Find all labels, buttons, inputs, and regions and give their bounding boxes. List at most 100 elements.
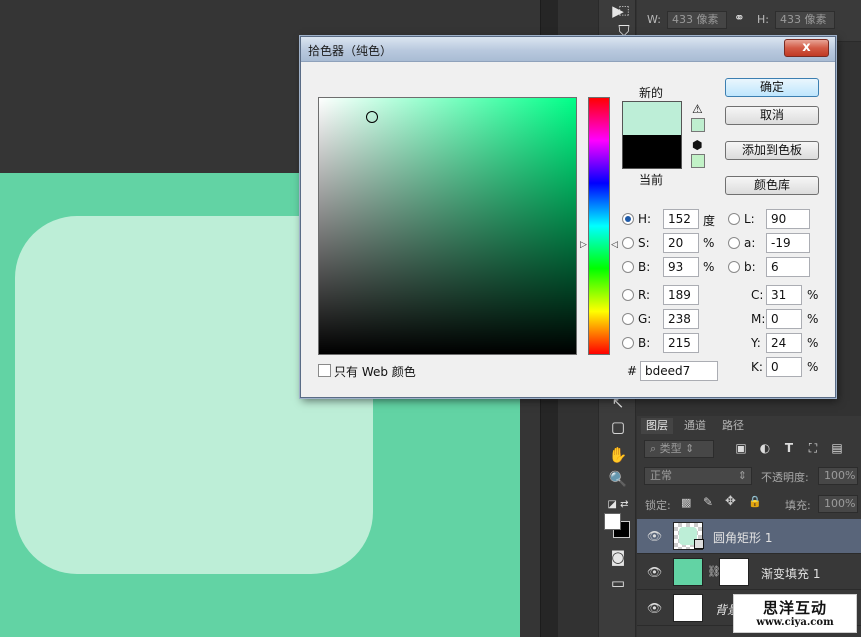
blue-radio[interactable] <box>622 337 634 349</box>
tab-channels[interactable]: 通道 <box>679 418 711 434</box>
shape-tool-icon[interactable]: ▢ <box>605 416 631 438</box>
vector-mask-icon <box>694 539 704 549</box>
color-marker-handle[interactable] <box>366 111 378 123</box>
lock-all-icon[interactable]: 🔒 <box>748 495 762 508</box>
ok-button[interactable]: 确定 <box>725 78 819 97</box>
current-color-swatch[interactable] <box>623 135 681 168</box>
blue-field[interactable]: 215 <box>663 333 699 353</box>
red-field[interactable]: 189 <box>663 285 699 305</box>
gamut-warning-swatch[interactable] <box>691 118 705 132</box>
layer-row[interactable]: 👁 ⛓ 渐变填充 1 <box>637 555 861 590</box>
dialog-titlebar[interactable]: 拾色器（纯色） x <box>301 37 835 62</box>
hue-slider-right-arrow-icon[interactable]: ◁ <box>611 240 618 250</box>
brightness-unit: % <box>703 260 715 274</box>
saturation-unit: % <box>703 236 715 250</box>
fill-label: 填充: <box>785 499 811 512</box>
hue-slider-left-arrow-icon[interactable]: ▷ <box>580 240 587 250</box>
zoom-tool-icon[interactable]: 🔍 <box>605 468 631 490</box>
web-safe-swatch[interactable] <box>691 154 705 168</box>
color-libraries-button[interactable]: 颜色库 <box>725 176 819 195</box>
magenta-label: M: <box>751 312 766 326</box>
watermark-url: www.ciya.com <box>756 617 834 628</box>
web-safe-cube-icon: ⬢ <box>692 138 703 152</box>
color-comparison-swatch <box>622 101 682 169</box>
tab-paths[interactable]: 路径 <box>717 418 749 434</box>
web-colors-only-checkbox[interactable] <box>318 364 331 377</box>
close-button[interactable]: x <box>784 39 829 57</box>
red-radio[interactable] <box>622 289 634 301</box>
new-color-label: 新的 <box>639 86 664 100</box>
screen-mode-icon[interactable]: ▭ <box>605 572 631 594</box>
cyan-unit: % <box>807 288 819 302</box>
quick-mask-icon[interactable]: ◙ <box>605 546 631 568</box>
a-channel-radio[interactable] <box>728 237 740 249</box>
hand-tool-icon[interactable]: ✋ <box>605 444 631 466</box>
link-icon[interactable]: ⚭ <box>734 11 745 26</box>
current-color-label: 当前 <box>639 173 664 187</box>
width-field[interactable]: 433 像素 <box>667 11 727 29</box>
width-label: W: <box>647 13 661 26</box>
yellow-unit: % <box>807 336 819 350</box>
layer-name[interactable]: 圆角矩形 1 <box>713 529 772 546</box>
lightness-radio[interactable] <box>728 213 740 225</box>
height-field[interactable]: 433 像素 <box>775 11 835 29</box>
type-filter-icon[interactable]: T <box>781 440 797 456</box>
hue-label: H: <box>638 212 652 226</box>
gamut-warning-icon: ⚠ <box>692 102 703 116</box>
web-colors-only-label: 只有 Web 颜色 <box>334 365 416 379</box>
cyan-field[interactable]: 31 <box>766 285 802 305</box>
lock-position-icon[interactable]: ✥ <box>725 494 736 509</box>
black-field[interactable]: 0 <box>766 357 802 377</box>
brightness-field[interactable]: 93 <box>663 257 699 277</box>
layer-name[interactable]: 渐变填充 1 <box>761 565 820 582</box>
lock-pixels-icon[interactable]: ✎ <box>703 495 713 509</box>
fill-field[interactable]: 100% <box>818 495 858 513</box>
visibility-eye-icon[interactable]: 👁 <box>647 529 662 543</box>
saturation-field[interactable]: 20 <box>663 233 699 253</box>
magenta-field[interactable]: 0 <box>766 309 802 329</box>
blend-mode-value: 正常 <box>650 469 672 482</box>
hue-slider[interactable] <box>588 97 610 355</box>
visibility-eye-icon[interactable]: 👁 <box>647 601 662 615</box>
blend-mode-dropdown[interactable]: 正常 ⇕ <box>644 467 752 485</box>
green-field[interactable]: 238 <box>663 309 699 329</box>
pixel-filter-icon[interactable]: ▣ <box>733 440 749 456</box>
opacity-field[interactable]: 100% <box>818 467 858 485</box>
lightness-field[interactable]: 90 <box>766 209 810 229</box>
black-label: K: <box>751 360 763 374</box>
layer-filter-dropdown[interactable]: ⌕ 类型 ⇕ <box>644 440 714 458</box>
yellow-field[interactable]: 24 <box>766 333 802 353</box>
layer-mask-thumbnail[interactable] <box>719 558 749 586</box>
brightness-label: B: <box>638 260 651 274</box>
add-to-swatches-button[interactable]: 添加到色板 <box>725 141 819 160</box>
b-channel-field[interactable]: 6 <box>766 257 810 277</box>
hue-field[interactable]: 152 <box>663 209 699 229</box>
cancel-button[interactable]: 取消 <box>725 106 819 125</box>
marquee-icon[interactable]: ⬚ <box>611 0 637 21</box>
magenta-unit: % <box>807 312 819 326</box>
color-picker-dialog: 拾色器（纯色） x ▷ ◁ 只有 Web 颜色 新的 当前 ⚠ ⬢ 确定 取消 … <box>300 36 836 398</box>
hue-radio[interactable] <box>622 213 634 225</box>
hex-color-field[interactable]: bdeed7 <box>640 361 718 381</box>
shape-filter-icon[interactable]: ⛶ <box>805 440 821 456</box>
new-color-swatch <box>623 102 681 135</box>
hex-label: # <box>627 364 638 378</box>
adjustment-filter-icon[interactable]: ◐ <box>757 440 773 456</box>
lock-transparency-icon[interactable]: ▩ <box>681 496 691 509</box>
brightness-radio[interactable] <box>622 261 634 273</box>
visibility-eye-icon[interactable]: 👁 <box>647 565 662 579</box>
saturation-radio[interactable] <box>622 237 634 249</box>
tab-layers[interactable]: 图层 <box>641 418 673 434</box>
layer-thumbnail <box>673 558 703 586</box>
layer-row[interactable]: 👁 圆角矩形 1 <box>637 519 861 554</box>
foreground-color-swatch[interactable] <box>604 513 621 530</box>
layer-thumbnail <box>673 594 703 622</box>
a-channel-label: a: <box>744 236 756 250</box>
b-channel-radio[interactable] <box>728 261 740 273</box>
smart-object-filter-icon[interactable]: ▤ <box>829 440 845 456</box>
green-radio[interactable] <box>622 313 634 325</box>
site-watermark-logo: 思洋互动 www.ciya.com <box>733 594 857 633</box>
height-label: H: <box>757 13 769 26</box>
a-channel-field[interactable]: -19 <box>766 233 810 253</box>
saturation-brightness-field[interactable] <box>318 97 577 355</box>
